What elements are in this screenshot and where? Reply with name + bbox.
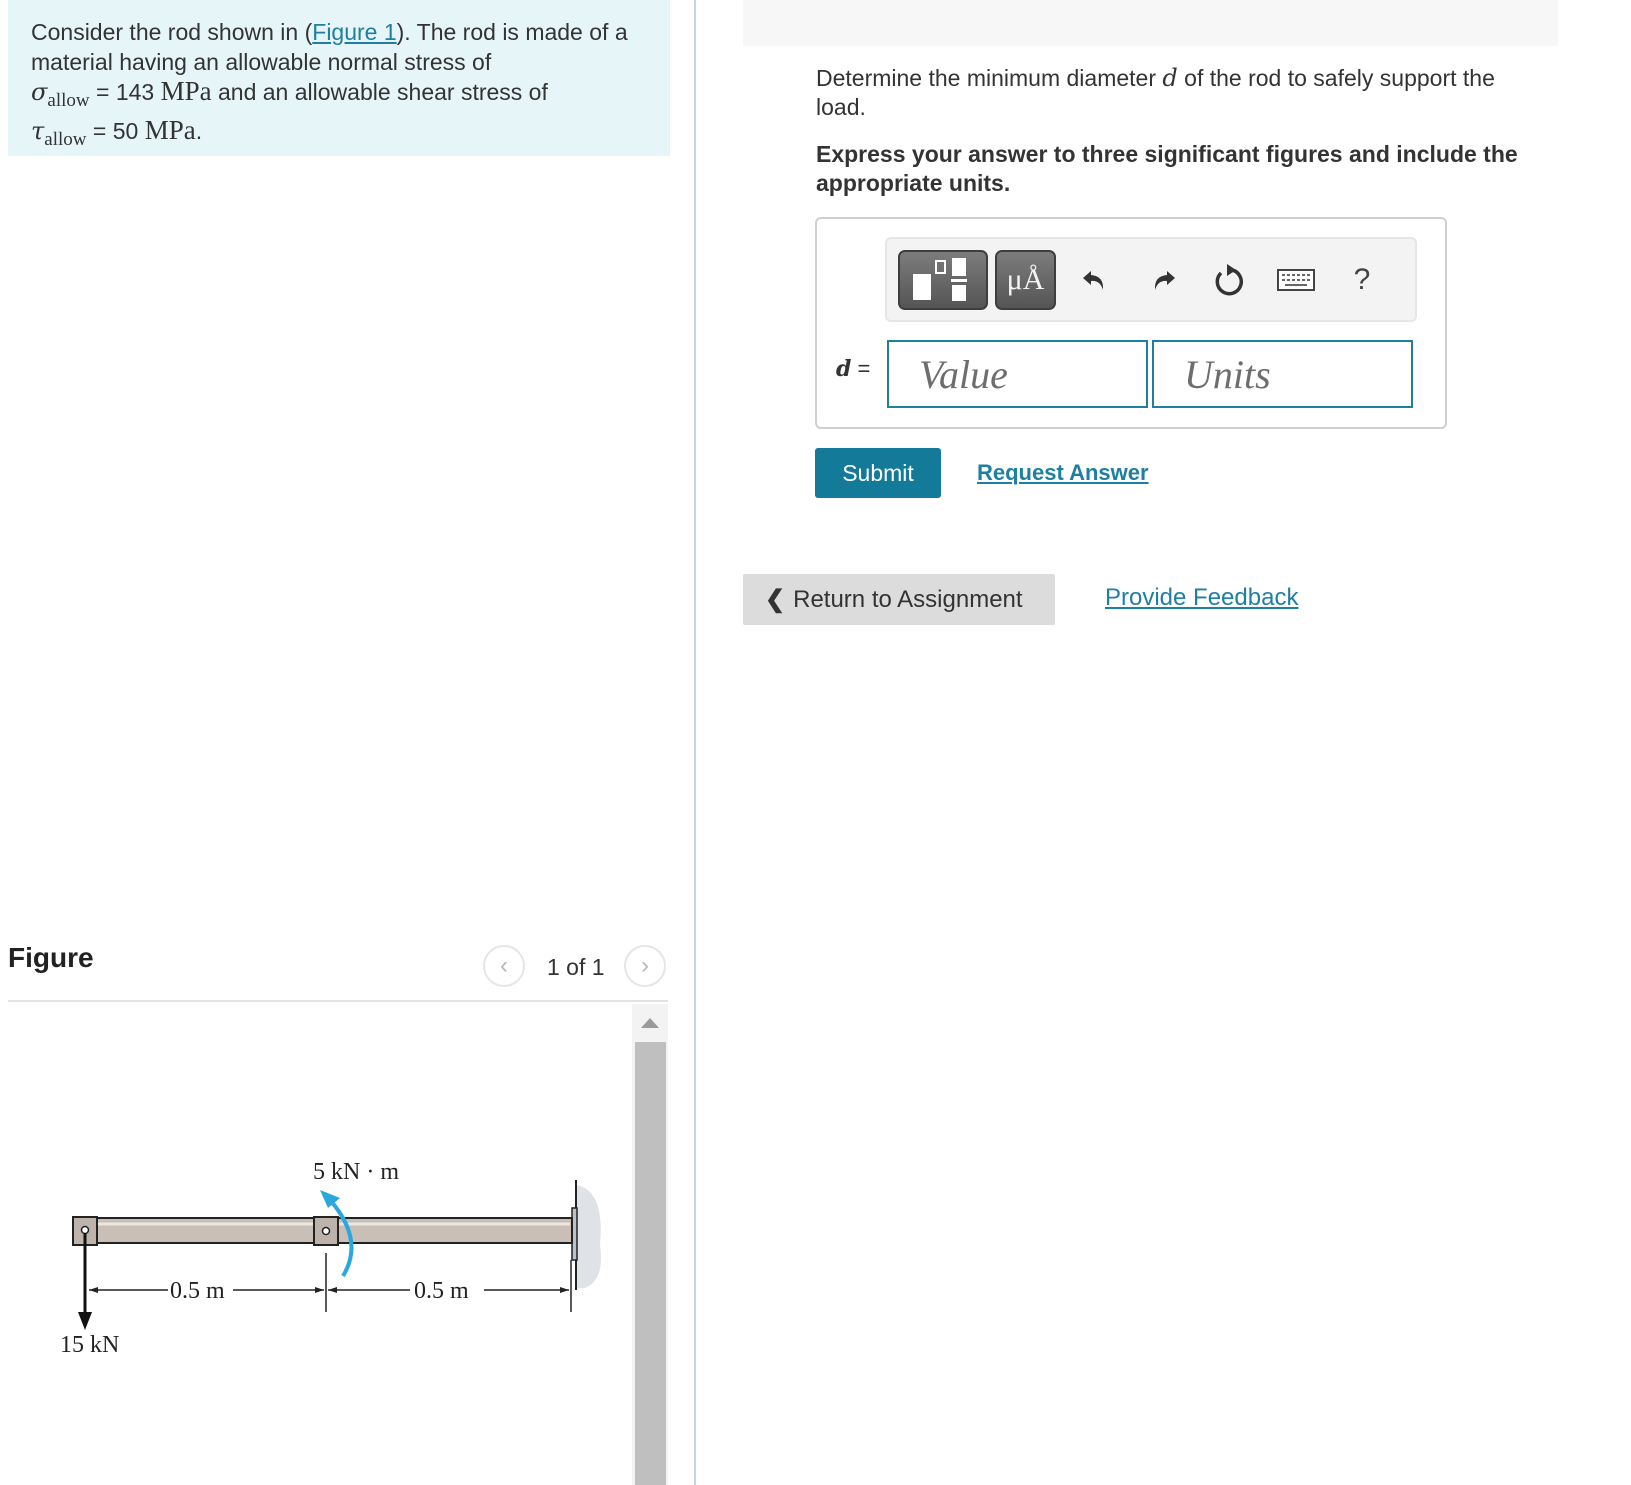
question-text-start: Determine the minimum diameter (816, 65, 1163, 91)
middle-pin (321, 1226, 331, 1236)
figure-title: Figure (8, 942, 94, 973)
answer-variable-label: d = (836, 356, 870, 382)
fixed-wall (576, 1185, 601, 1288)
undo-button[interactable] (1073, 257, 1117, 303)
figure-pager-label: 1 of 1 (547, 954, 605, 980)
scroll-up-button[interactable] (632, 1004, 668, 1042)
answer-variable: d (836, 356, 852, 382)
answer-instruction: Express your answer to three significant… (816, 141, 1518, 196)
reset-icon (1215, 264, 1244, 296)
intro-text-start: Consider the rod shown in ( (31, 19, 313, 45)
span-left-label: 0.5 m (170, 1278, 225, 1304)
triangle-up-icon (641, 1018, 659, 1028)
sigma-unit: MPa (160, 76, 212, 106)
force-arrowhead (78, 1312, 92, 1330)
value-input[interactable] (887, 340, 1148, 408)
dim-arrow (328, 1287, 337, 1293)
return-to-assignment-button[interactable]: ❮ Return to Assignment (743, 574, 1055, 625)
tau-symbol: τ (31, 116, 45, 145)
chevron-right-icon: › (641, 952, 649, 979)
chevron-left-icon: ❮ (765, 586, 786, 613)
units-icon: μÅ (1006, 263, 1045, 296)
sigma-value: = 143 (89, 79, 161, 105)
help-button[interactable]: ? (1340, 257, 1384, 303)
undo-icon (1083, 271, 1104, 290)
dim-arrow (315, 1287, 324, 1293)
chevron-left-icon: ‹ (500, 952, 508, 979)
reset-button[interactable] (1207, 257, 1251, 303)
part-header-bar (743, 0, 1558, 46)
tau-unit: MPa (144, 114, 196, 145)
span-right-label: 0.5 m (414, 1278, 469, 1304)
problem-statement: Consider the rod shown in (Figure 1). Th… (31, 18, 661, 154)
intro-end: . (195, 117, 203, 144)
figure-1-link[interactable]: Figure 1 (312, 19, 396, 45)
keyboard-icon (1277, 269, 1315, 291)
question-variable: d (1162, 64, 1178, 92)
column-divider[interactable] (694, 0, 696, 1485)
request-answer-link[interactable]: Request Answer (977, 460, 1149, 486)
redo-icon (1154, 271, 1175, 290)
figure-next-button[interactable]: › (624, 945, 666, 987)
dim-arrow (89, 1287, 98, 1293)
submit-button[interactable]: Submit (815, 448, 941, 498)
dim-arrow (560, 1287, 569, 1293)
help-icon: ? (1353, 263, 1371, 296)
redo-button[interactable] (1141, 257, 1185, 303)
sigma-subscript: allow (47, 90, 90, 111)
figure-divider (8, 1000, 668, 1002)
intro-shear-text: and an allowable shear stress of (211, 79, 548, 105)
tau-subscript: allow (44, 128, 87, 150)
scrollbar-thumb[interactable] (635, 1042, 666, 1485)
templates-button[interactable] (898, 250, 988, 310)
equals-sign: = (851, 356, 871, 381)
moment-arrowhead (320, 1190, 340, 1208)
force-label: 15 kN (60, 1332, 119, 1358)
moment-label: 5 kN · m (313, 1159, 399, 1185)
return-label: Return to Assignment (793, 585, 1023, 613)
sigma-symbol: σ (31, 78, 48, 106)
tau-value: = 50 (86, 117, 145, 144)
keyboard-button[interactable] (1274, 257, 1318, 303)
templates-icon (913, 258, 967, 301)
units-input[interactable] (1152, 340, 1413, 408)
provide-feedback-link[interactable]: Provide Feedback (1105, 584, 1298, 612)
rod-figure: 5 kN · m 15 kN 0.5 m 0.5 m (60, 1159, 601, 1358)
figure-prev-button[interactable]: ‹ (483, 945, 525, 987)
question-text: Determine the minimum diameter d of the … (816, 64, 1546, 122)
left-pin (80, 1225, 90, 1235)
units-button[interactable]: μÅ (995, 250, 1056, 310)
